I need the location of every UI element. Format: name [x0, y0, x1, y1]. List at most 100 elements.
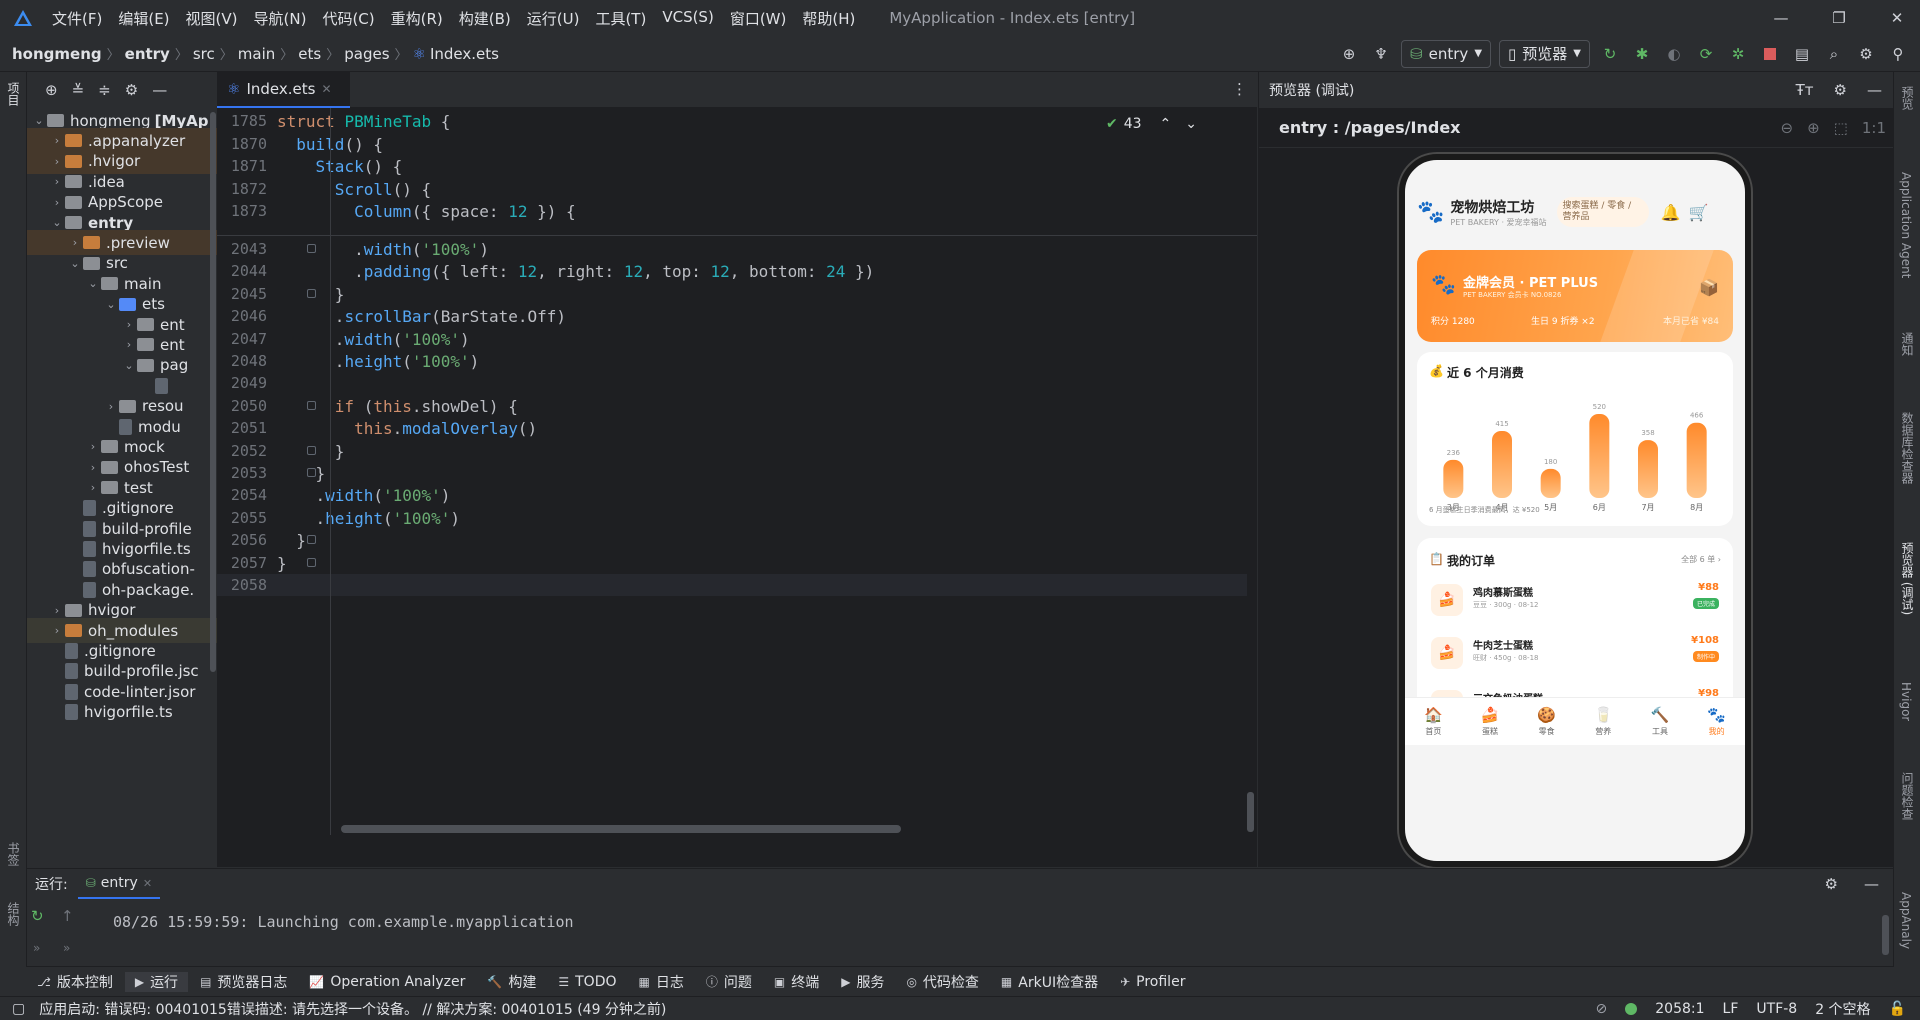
search-box[interactable]: 搜索蛋糕 / 零食 / 营养品 — [1556, 197, 1649, 227]
close-icon[interactable]: ✕ — [1888, 9, 1906, 27]
app-tab-item[interactable]: 🏠 首页 — [1410, 706, 1456, 737]
run-tab-entry[interactable]: ⛁ entry ✕ — [77, 869, 161, 899]
file-encoding[interactable]: UTF-8 — [1756, 1001, 1797, 1017]
chevron-right-icon[interactable]: › — [121, 338, 137, 351]
right-tool-button[interactable]: AppAnaly — [1899, 892, 1913, 949]
horizontal-scrollbar[interactable] — [341, 825, 901, 833]
gear-icon[interactable]: ⚙ — [125, 81, 138, 99]
app-tab-item[interactable]: 🍰 蛋糕 — [1467, 706, 1513, 737]
breadcrumb-item[interactable]: ets — [298, 45, 321, 63]
right-tool-button[interactable]: 数据库检查器 — [1899, 412, 1916, 484]
settings-icon[interactable]: ⚙ — [1854, 45, 1878, 63]
app-tab-item[interactable]: 🔨 工具 — [1637, 706, 1683, 737]
chevron-right-icon[interactable]: › — [49, 604, 65, 617]
code-line[interactable]: .height('100%') — [277, 509, 461, 528]
chevron-down-icon[interactable]: ⌄ — [103, 298, 119, 311]
menu-item[interactable]: 文件(F) — [44, 8, 110, 29]
bug-agent-icon[interactable]: ♆ — [1369, 45, 1393, 63]
tool-window-button[interactable]: ◎ 代码检查 — [896, 972, 988, 992]
fold-marker-icon[interactable] — [307, 244, 316, 253]
menu-item[interactable]: 运行(U) — [519, 8, 588, 29]
problems-indicator[interactable]: ✔ 43 ⌃ ⌄ — [1106, 116, 1197, 132]
menu-item[interactable]: VCS(S) — [654, 8, 721, 29]
code-line[interactable]: struct PBMineTab { — [277, 112, 450, 131]
menu-item[interactable]: 窗口(W) — [722, 8, 795, 29]
breadcrumb-item[interactable]: src — [193, 45, 215, 63]
chevron-right-icon[interactable]: › — [49, 175, 65, 188]
minimize-icon[interactable]: — — [1772, 9, 1790, 27]
right-tool-button[interactable]: 预览 — [1899, 86, 1916, 110]
right-tool-button[interactable]: Application Agent — [1899, 172, 1913, 278]
gear-icon[interactable]: ⚙ — [1825, 875, 1838, 893]
order-row[interactable]: 🍰 鸡肉慕斯蛋糕 豆豆 · 300g · 08-12 ¥88 已完成 — [1417, 578, 1733, 628]
cart-icon[interactable]: 🛒 — [1688, 203, 1708, 222]
fit-screen-icon[interactable]: ⬚ — [1834, 119, 1848, 137]
hide-panel-icon[interactable]: — — [1864, 875, 1879, 893]
line-separator[interactable]: LF — [1723, 1001, 1739, 1017]
more-icon[interactable]: ⋮ — [1232, 80, 1247, 98]
chevron-right-icon[interactable]: › — [49, 624, 65, 637]
tool-window-button[interactable]: ▦ 日志 — [629, 972, 694, 992]
fold-marker-icon[interactable] — [307, 557, 316, 567]
structure-tool-button[interactable]: 结构 — [4, 902, 22, 926]
attach-icon[interactable]: ◐ — [1662, 45, 1686, 63]
tab-index-ets[interactable]: ⚛ Index.ets ✕ — [217, 72, 350, 108]
maximize-icon[interactable]: ❐ — [1830, 9, 1848, 27]
module-selector[interactable]: ⛁ entry ▼ — [1401, 39, 1492, 68]
zoom-in-icon[interactable]: ⊕ — [1807, 119, 1820, 137]
code-line[interactable]: } — [277, 464, 326, 483]
rerun-icon[interactable]: ↻ — [31, 907, 44, 925]
debug-icon[interactable]: ✱ — [1630, 45, 1654, 63]
chevron-right-icon[interactable]: › — [49, 155, 65, 168]
connection-status-icon[interactable] — [1625, 1002, 1638, 1015]
expand-all-icon[interactable]: ≑ — [98, 81, 111, 99]
code-line[interactable]: } — [277, 554, 287, 573]
code-line[interactable]: Stack() { — [277, 157, 403, 176]
font-size-icon[interactable]: Ŧт — [1796, 81, 1814, 99]
project-structure-icon[interactable]: ▤ — [1790, 45, 1814, 63]
right-tool-button[interactable]: 问题检查 — [1899, 772, 1916, 820]
tool-window-button[interactable]: ▦ ArkUI检查器 — [991, 972, 1108, 992]
zoom-level[interactable]: 1:1 — [1862, 119, 1886, 137]
bookmarks-tool-button[interactable]: 书签 — [4, 842, 22, 866]
chevron-down-icon[interactable]: ⌄ — [67, 257, 83, 270]
menu-item[interactable]: 视图(V) — [178, 8, 246, 29]
tool-window-button[interactable]: 🔨 构建 — [477, 972, 546, 992]
code-line[interactable]: .padding({ left: 12, right: 12, top: 12,… — [277, 262, 874, 281]
zoom-out-icon[interactable]: ⊖ — [1781, 119, 1794, 137]
chevron-down-icon[interactable]: ⌄ — [85, 277, 101, 290]
code-line[interactable]: Column({ space: 12 }) { — [277, 202, 576, 221]
fold-marker-icon[interactable] — [307, 468, 316, 477]
breadcrumb-item[interactable]: hongmeng — [12, 45, 102, 63]
right-tool-button[interactable]: 预览器 (调试) — [1899, 542, 1916, 615]
code-line[interactable]: Scroll() { — [277, 180, 431, 199]
fold-marker-icon[interactable] — [307, 445, 316, 455]
next-highlight-icon[interactable]: ⌄ — [1185, 116, 1197, 132]
harmony-icon[interactable]: ⚲ — [1886, 45, 1910, 63]
chevron-down-icon[interactable]: ⌄ — [31, 114, 47, 127]
menu-item[interactable]: 代码(C) — [314, 8, 382, 29]
breadcrumb-item[interactable]: pages — [344, 45, 389, 63]
tool-window-button[interactable]: ▶ 运行 — [124, 971, 189, 992]
chevron-right-icon[interactable]: › — [85, 440, 101, 453]
code-line[interactable]: .scrollBar(BarState.Off) — [277, 307, 566, 326]
hide-panel-icon[interactable]: — — [152, 81, 167, 99]
menu-item[interactable]: 帮助(H) — [794, 8, 863, 29]
tool-window-button[interactable]: ▤ 预览器日志 — [190, 972, 297, 992]
menu-item[interactable]: 重构(R) — [383, 8, 451, 29]
orders-all-link[interactable]: 全部 6 单 › — [1681, 554, 1721, 565]
prev-highlight-icon[interactable]: ⌃ — [1160, 116, 1172, 132]
breadcrumb-item[interactable]: main — [238, 45, 275, 63]
tool-window-button[interactable]: ▣ 终端 — [764, 972, 829, 992]
menu-item[interactable]: 工具(T) — [587, 8, 654, 29]
vertical-scrollbar[interactable] — [1247, 792, 1254, 832]
code-lines[interactable]: 2043 .width('100%') 2044 .padding({ left:… — [217, 236, 1257, 836]
code-line[interactable]: .width('100%') — [277, 486, 451, 505]
chevron-right-icon[interactable]: › — [85, 461, 101, 474]
lock-icon[interactable]: 🔓 — [1889, 1001, 1906, 1017]
chevron-right-icon[interactable]: › — [49, 134, 65, 147]
right-tool-button[interactable]: Hvigor — [1899, 682, 1913, 721]
chevron-right-icon[interactable]: › — [49, 196, 65, 209]
target-icon[interactable]: ⊕ — [1337, 45, 1361, 63]
expand-icon[interactable]: » — [63, 941, 70, 955]
